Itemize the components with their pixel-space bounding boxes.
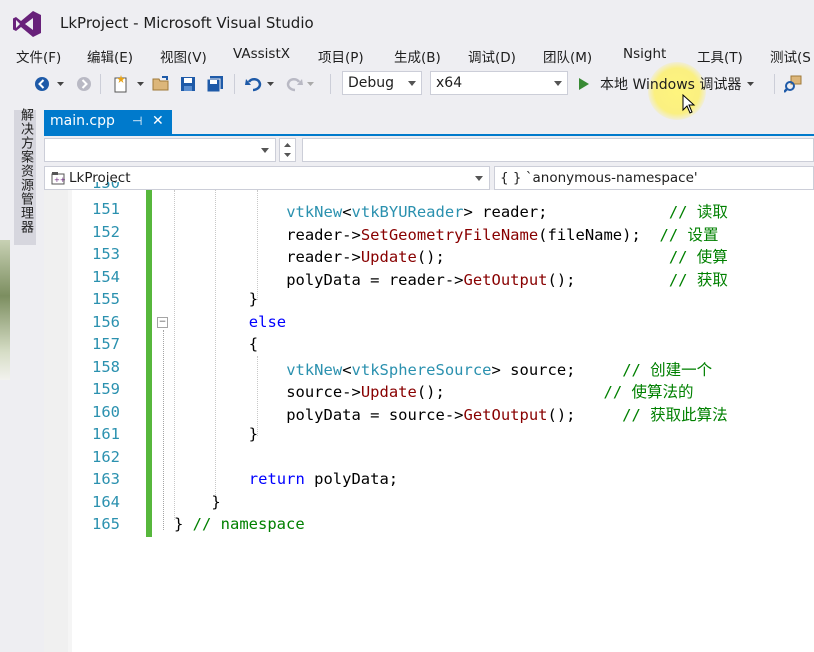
solution-configuration-dropdown[interactable]: Debug: [342, 71, 422, 95]
open-file-icon[interactable]: [150, 73, 172, 95]
chevron-down-icon[interactable]: [306, 73, 314, 95]
code-text: vtkNew<vtkBYUReader> reader; // 读取: [286, 203, 728, 221]
code-line[interactable]: 152 reader->SetGeometryFileName(fileName)…: [0, 223, 814, 246]
code-line[interactable]: 158 vtkNew<vtkSphereSource> source; // 创建…: [0, 358, 814, 381]
code-line[interactable]: 157 {: [0, 335, 814, 358]
code-text: } // namespace: [174, 515, 305, 533]
line-number: 155: [92, 290, 120, 308]
code-line[interactable]: 160 polyData = source->GetOutput(); // 获取…: [0, 403, 814, 426]
solution-platform-dropdown[interactable]: x64: [430, 71, 568, 95]
run-label: 本地 Windows 调试器: [600, 77, 742, 93]
code-line[interactable]: 163 return polyData;: [0, 470, 814, 493]
code-line: 150: [92, 182, 120, 192]
code-line[interactable]: 154 polyData = reader->GetOutput(); // 获取: [0, 268, 814, 291]
play-icon: [579, 78, 589, 90]
code-text: polyData = source->GetOutput(); // 获取此算法: [286, 405, 728, 424]
code-text: else: [248, 312, 287, 331]
line-number: 157: [92, 335, 120, 353]
code-text: source->Update(); // 使算法的: [286, 383, 694, 401]
code-text: {: [248, 335, 259, 353]
line-number: 152: [92, 222, 120, 241]
code-line[interactable]: 162: [0, 448, 814, 471]
menu-team[interactable]: 团队(M): [543, 46, 592, 66]
visual-studio-logo-icon: [13, 11, 41, 37]
navigate-back-icon[interactable]: [32, 73, 52, 95]
code-line[interactable]: 164}: [0, 493, 814, 516]
find-in-files-icon[interactable]: [782, 73, 804, 95]
code-line[interactable]: 151 vtkNew<vtkBYUReader> reader; // 读取: [0, 200, 814, 223]
line-number: 159: [92, 380, 120, 398]
secondary-nav-field[interactable]: [302, 138, 814, 162]
chevron-down-icon[interactable]: [56, 73, 64, 95]
code-text: return polyData;: [248, 470, 399, 488]
undo-icon[interactable]: [244, 73, 264, 95]
menu-build[interactable]: 生成(B): [394, 46, 441, 66]
chevron-down-icon: [554, 81, 562, 86]
mouse-pointer-icon: [682, 94, 696, 114]
line-number: 164: [92, 492, 120, 511]
line-number: 153: [92, 245, 120, 263]
redo-icon[interactable]: [284, 73, 304, 95]
chevron-down-icon: [408, 81, 416, 86]
line-number: 160: [92, 402, 120, 421]
chevron-down-icon: [747, 81, 755, 86]
code-line[interactable]: 165 } // namespace: [0, 515, 814, 538]
line-number: 156: [92, 312, 120, 331]
member-dropdown[interactable]: [44, 138, 276, 162]
window-title: LkProject - Microsoft Visual Studio: [60, 14, 314, 32]
code-text: }: [248, 290, 259, 308]
chevron-down-icon: [475, 176, 483, 181]
menu-bar: 文件(F) 编辑(E) 视图(V) VAssistX 项目(P) 生成(B) 调…: [0, 44, 814, 66]
pin-icon[interactable]: ⊣: [132, 114, 142, 128]
navigate-forward-icon[interactable]: [74, 73, 94, 95]
menu-vassistx[interactable]: VAssistX: [233, 46, 290, 62]
chevron-down-icon[interactable]: [136, 73, 144, 95]
menu-test[interactable]: 测试(S: [770, 46, 811, 66]
code-text: }: [211, 492, 221, 511]
start-debugging-button[interactable]: 本地 Windows 调试器: [578, 73, 768, 95]
standard-toolbar: Debug x64 本地 Windows 调试器: [0, 62, 814, 120]
line-number: 163: [92, 470, 120, 488]
menu-file[interactable]: 文件(F): [16, 46, 61, 66]
platform-value: x64: [436, 75, 463, 91]
menu-debug[interactable]: 调试(D): [468, 46, 516, 66]
menu-tools[interactable]: 工具(T): [697, 46, 743, 66]
code-text: polyData = reader->GetOutput(); // 获取: [286, 270, 728, 289]
line-number: 165: [92, 515, 120, 533]
split-stepper[interactable]: [279, 138, 296, 162]
menu-project[interactable]: 项目(P): [318, 46, 364, 66]
line-number: 161: [92, 425, 120, 443]
code-text: reader->Update(); // 使算: [286, 248, 728, 266]
chevron-down-icon[interactable]: [266, 73, 274, 95]
line-number: 158: [92, 357, 120, 376]
code-text: }: [248, 425, 259, 443]
up-down-arrows-icon: [284, 143, 291, 157]
line-number: 162: [92, 447, 120, 466]
code-line[interactable]: 153 reader->Update(); // 使算: [0, 245, 814, 268]
save-icon[interactable]: [178, 73, 198, 95]
code-text: reader->SetGeometryFileName(fileName); /…: [286, 225, 719, 244]
code-line[interactable]: 161}: [0, 425, 814, 448]
code-line[interactable]: 155}: [0, 290, 814, 313]
save-all-icon[interactable]: [204, 73, 226, 95]
configuration-value: Debug: [348, 75, 395, 91]
line-number: 154: [92, 267, 120, 286]
document-tab-main-cpp[interactable]: main.cpp ⊣ ✕: [44, 110, 172, 134]
code-line[interactable]: 156 else: [0, 313, 814, 336]
menu-nsight[interactable]: Nsight: [623, 46, 666, 62]
code-line[interactable]: 159 source->Update(); // 使算法的: [0, 380, 814, 403]
chevron-down-icon: [261, 148, 269, 153]
tab-well-underline: [44, 134, 814, 136]
close-icon[interactable]: ✕: [152, 113, 164, 129]
document-tab-label: main.cpp: [50, 113, 115, 129]
menu-view[interactable]: 视图(V): [160, 46, 207, 66]
code-text: vtkNew<vtkSphereSource> source; // 创建一个: [286, 360, 713, 379]
line-number: 151: [92, 200, 120, 218]
menu-edit[interactable]: 编辑(E): [87, 46, 133, 66]
new-project-icon[interactable]: [110, 73, 132, 95]
